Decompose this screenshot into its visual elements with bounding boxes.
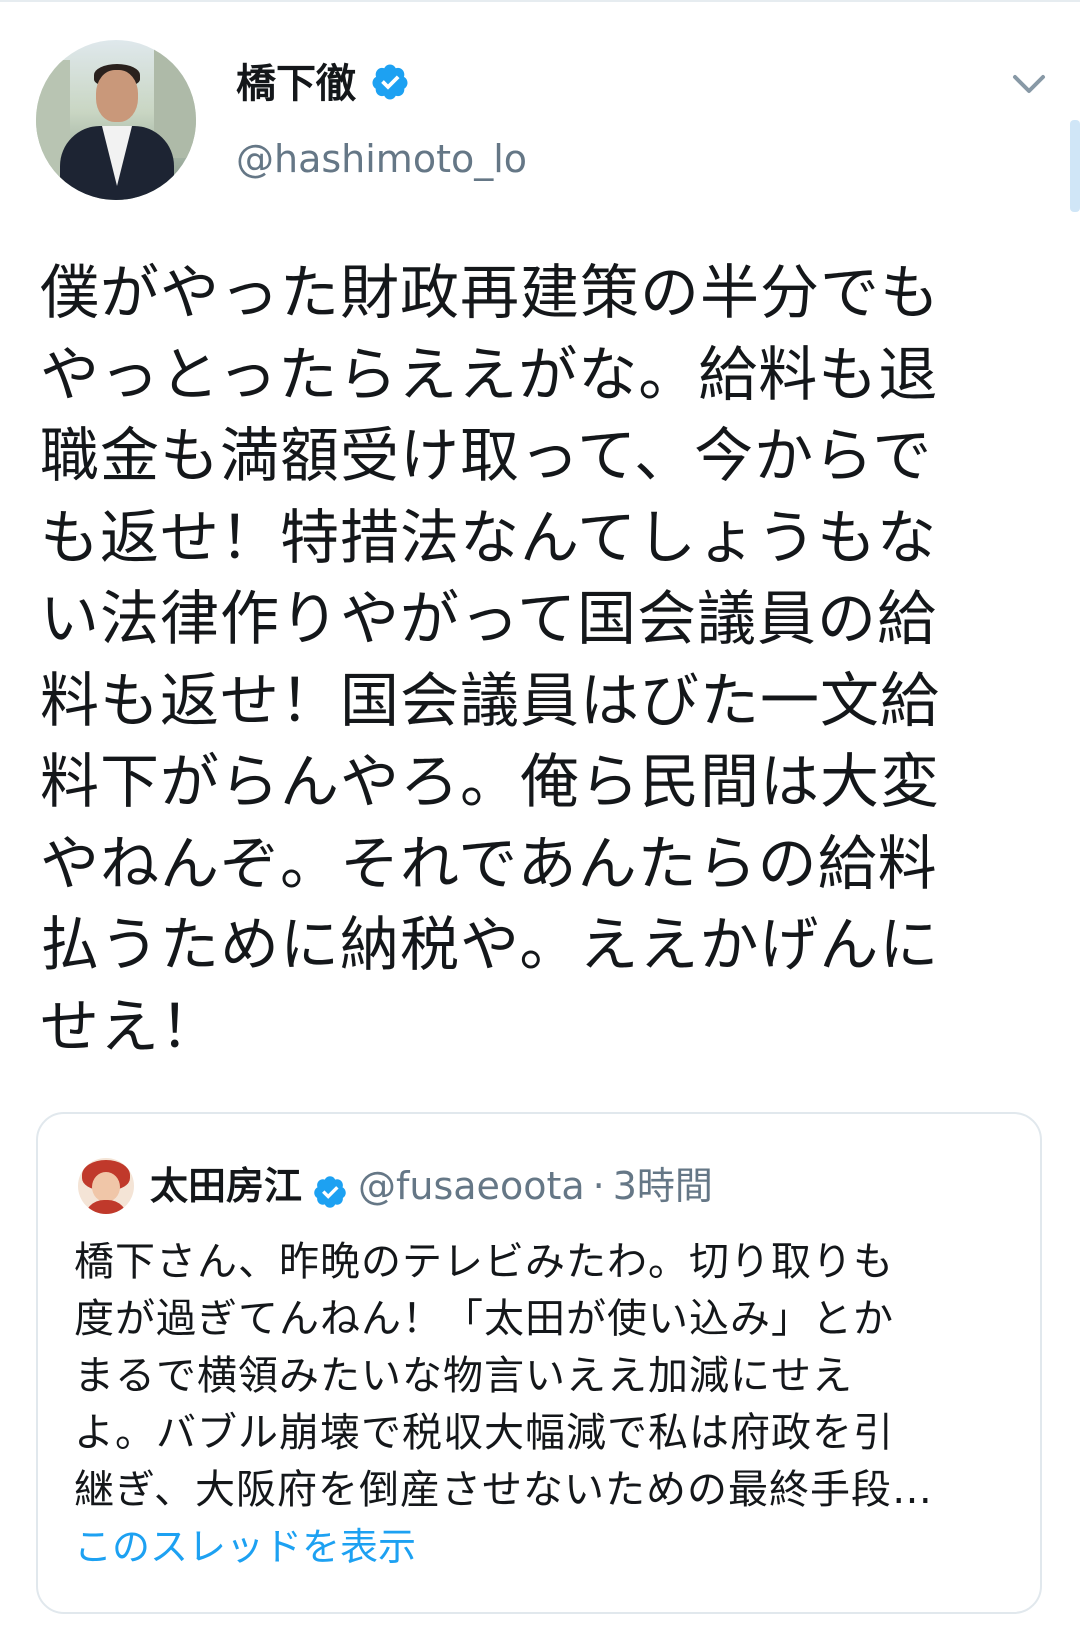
tweet-text-line: やねんぞ。それであんたらの給料 <box>40 828 938 898</box>
verified-badge-icon <box>314 1175 346 1208</box>
quoted-author-avatar <box>78 1158 134 1214</box>
author-display-name[interactable]: 橋下徹 <box>236 61 356 107</box>
tweet-text: 僕がやった財政再建策の半分でも やっとったらええがな。給料も退 職金も満額受け取… <box>40 252 1050 1067</box>
show-thread-link[interactable]: このスレッドを表示 <box>74 1524 416 1570</box>
quoted-tweet-card[interactable]: 太田房江 @fusaeoota · 3時間 橋下さん、昨晩のテレビみたわ。切り取りも … <box>36 1112 1042 1614</box>
quoted-text-line: まるで横領みたいな物言いええ加減にせえ <box>74 1353 853 1399</box>
tweet-text-line: 僕がやった財政再建策の半分でも <box>40 258 941 327</box>
tweet-text-line: も返せ！特措法なんてしょうもな <box>40 502 938 572</box>
quoted-author-handle: @fusaeoota <box>358 1164 585 1208</box>
quoted-text-line: 橋下さん、昨晩のテレビみたわ。切り取りも <box>74 1239 894 1285</box>
tweet-text-line: い法律作りやがって国会議員の給 <box>40 584 938 653</box>
quoted-tweet-time: 3時間 <box>612 1164 713 1208</box>
chevron-down-icon[interactable] <box>1012 72 1046 96</box>
quoted-text-line: 継ぎ、大阪府を倒産させないための最終手段… <box>74 1467 933 1513</box>
quoted-tweet-text: 橋下さん、昨晩のテレビみたわ。切り取りも 度が過ぎてんねん！「太田が使い込み」と… <box>74 1234 1024 1519</box>
tweet-text-line: 料も返せ！国会議員はびた一文給 <box>40 665 941 735</box>
top-divider <box>0 0 1080 2</box>
quoted-text-line: よ。バブル崩壊で税収大幅減で私は府政を引 <box>74 1410 894 1456</box>
scroll-indicator[interactable] <box>1070 120 1080 212</box>
tweet-text-line: 職金も満額受け取って、今からで <box>40 421 933 490</box>
quoted-author-display-name: 太田房江 <box>150 1164 303 1208</box>
separator-dot: · <box>592 1164 605 1208</box>
quoted-tweet-header: 太田房江 @fusaeoota · 3時間 <box>150 1158 713 1214</box>
author-avatar[interactable] <box>36 40 196 200</box>
tweet-text-line: せえ！ <box>40 991 221 1061</box>
tweet-text-line: 料下がらんやろ。俺ら民間は大変 <box>40 747 941 816</box>
author-handle[interactable]: @hashimoto_lo <box>236 136 527 182</box>
quoted-text-line: 度が過ぎてんねん！「太田が使い込み」とか <box>74 1296 894 1342</box>
tweet-text-line: 払うために納税や。ええかげんに <box>40 910 940 979</box>
verified-badge-icon <box>372 64 408 100</box>
author-header[interactable]: 橋下徹 <box>236 60 410 108</box>
tweet-text-line: やっとったらええがな。給料も退 <box>40 339 939 409</box>
